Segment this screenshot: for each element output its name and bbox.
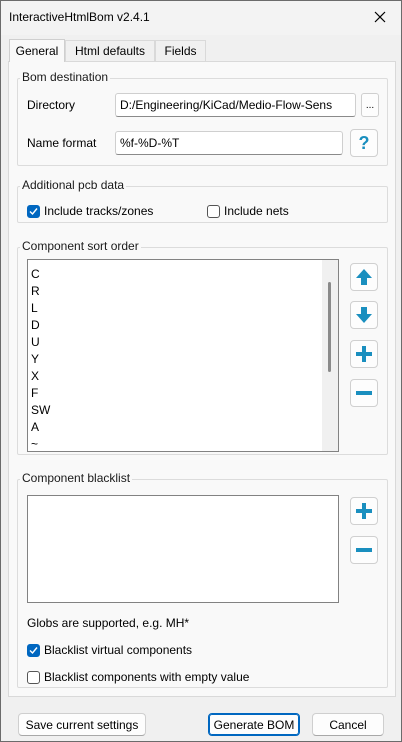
close-button[interactable] <box>365 3 395 31</box>
sort-order-scrollbar[interactable] <box>322 260 338 451</box>
blacklist-empty-label: Blacklist components with empty value <box>44 670 250 684</box>
include-nets-label: Include nets <box>224 204 289 218</box>
name-format-label: Name format <box>27 136 97 150</box>
list-item[interactable]: L <box>31 300 50 317</box>
arrow-up-icon <box>356 269 372 285</box>
blacklist-virtual-label: Blacklist virtual components <box>44 643 193 657</box>
name-format-input[interactable]: %f-%D-%T <box>115 131 343 155</box>
sort-order-list[interactable]: C R L D U Y X F SW A ~ <box>27 259 339 452</box>
blacklist-virtual-checkbox[interactable]: Blacklist virtual components <box>27 643 192 657</box>
cancel-button[interactable]: Cancel <box>312 713 384 736</box>
close-icon <box>374 11 386 23</box>
checkbox-checked-icon <box>27 643 40 657</box>
blacklist-group: Component blacklist Globs are supported,… <box>17 471 388 688</box>
general-panel: Bom destination Directory D:/Engineering… <box>8 61 396 697</box>
blacklist-empty-checkbox[interactable]: Blacklist components with empty value <box>27 670 249 684</box>
minus-icon <box>356 391 372 395</box>
bom-destination-group: Bom destination Directory D:/Engineering… <box>17 70 388 166</box>
list-item[interactable]: D <box>31 317 50 334</box>
list-item[interactable]: C <box>31 266 50 283</box>
include-tracks-checkbox[interactable]: Include tracks/zones <box>27 204 153 218</box>
additional-pcb-data-group: Additional pcb data Include tracks/zones… <box>17 178 388 223</box>
blacklist-label: Component blacklist <box>20 471 133 485</box>
remove-blacklist-button[interactable] <box>350 536 378 564</box>
tab-general[interactable]: General <box>9 39 65 62</box>
scroll-thumb[interactable] <box>328 282 331 372</box>
include-nets-checkbox[interactable]: Include nets <box>207 204 289 218</box>
globs-hint: Globs are supported, e.g. MH* <box>27 616 190 630</box>
minus-icon <box>356 548 372 552</box>
remove-sort-item-button[interactable] <box>350 379 378 407</box>
arrow-down-icon <box>356 307 372 323</box>
sort-order-label: Component sort order <box>20 239 141 253</box>
checkbox-checked-icon <box>27 204 40 218</box>
tab-bar: General Html defaults Fields <box>9 39 395 62</box>
blacklist-list[interactable] <box>27 495 339 603</box>
list-item[interactable]: F <box>31 385 50 402</box>
additional-pcb-data-label: Additional pcb data <box>20 178 127 192</box>
list-item[interactable]: Y <box>31 351 50 368</box>
add-blacklist-button[interactable] <box>350 497 378 525</box>
generate-bom-button[interactable]: Generate BOM <box>208 713 300 736</box>
list-item[interactable]: R <box>31 283 50 300</box>
window-title: InteractiveHtmlBom v2.4.1 <box>9 10 150 24</box>
include-tracks-label: Include tracks/zones <box>44 204 154 218</box>
checkbox-unchecked-icon <box>27 670 40 684</box>
list-item[interactable]: ~ <box>31 436 50 453</box>
bom-destination-label: Bom destination <box>20 70 111 84</box>
help-icon: ? <box>358 133 370 153</box>
checkbox-unchecked-icon <box>207 204 220 218</box>
tab-html-defaults[interactable]: Html defaults <box>65 40 155 61</box>
directory-input[interactable]: D:/Engineering/KiCad/Medio-Flow-Sens <box>115 93 356 117</box>
sort-order-group: Component sort order C R L D U Y X F SW A ~ <box>17 239 388 455</box>
browse-button[interactable]: ... <box>361 93 379 117</box>
plus-icon <box>356 503 372 519</box>
list-item[interactable]: U <box>31 334 50 351</box>
directory-label: Directory <box>27 98 76 112</box>
tab-fields[interactable]: Fields <box>155 40 206 61</box>
plus-icon <box>356 346 372 362</box>
list-item[interactable]: X <box>31 368 50 385</box>
move-down-button[interactable] <box>350 301 378 329</box>
move-up-button[interactable] <box>350 263 378 291</box>
list-item[interactable]: A <box>31 419 50 436</box>
title-bar: InteractiveHtmlBom v2.4.1 <box>1 1 401 35</box>
sort-order-items: C R L D U Y X F SW A ~ <box>31 266 50 453</box>
save-settings-button[interactable]: Save current settings <box>18 713 146 736</box>
help-button[interactable]: ? <box>350 129 378 157</box>
add-sort-item-button[interactable] <box>350 340 378 368</box>
list-item[interactable]: SW <box>31 402 50 419</box>
dialog-window: InteractiveHtmlBom v2.4.1 General Html d… <box>0 0 402 742</box>
